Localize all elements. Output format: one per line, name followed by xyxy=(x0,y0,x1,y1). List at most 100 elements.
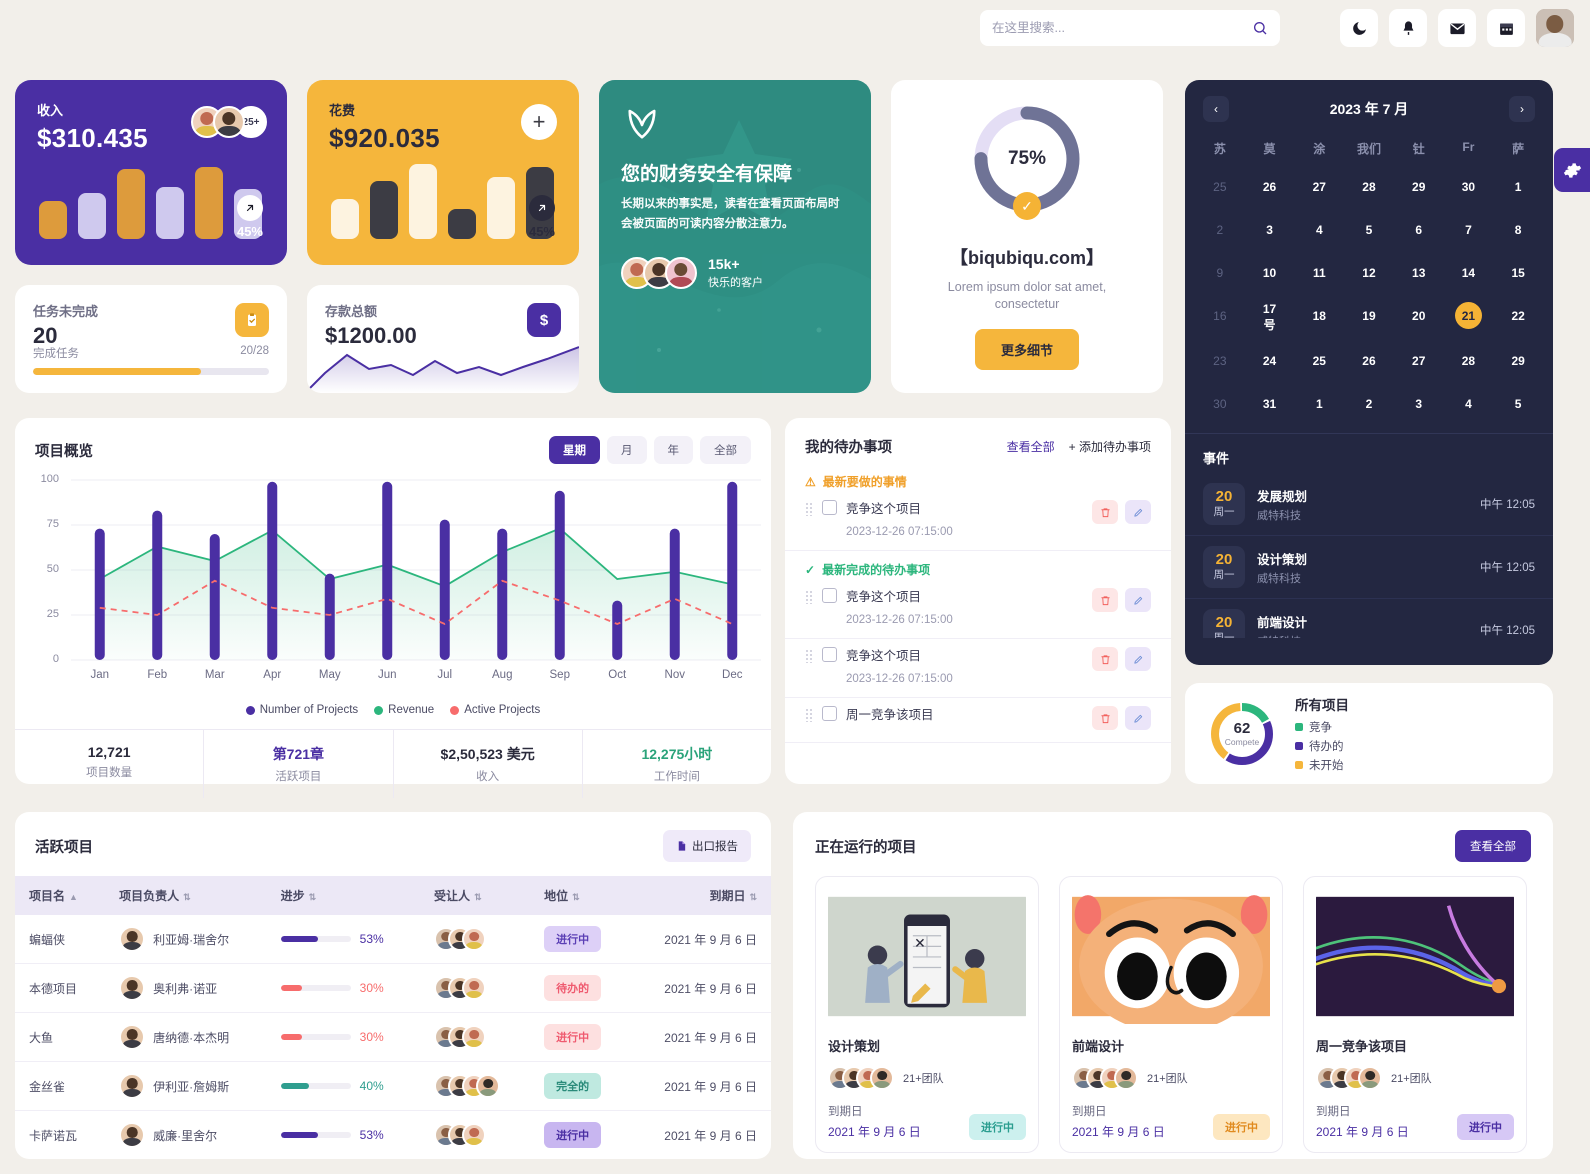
todo-add-link[interactable]: + 添加待办事项 xyxy=(1069,438,1151,455)
table-row[interactable]: 本德项目 奥利弗·诺亚 30% 待办的 2021 年 9 月 6 日 xyxy=(15,963,771,1013)
calendar-day[interactable]: 20 xyxy=(1394,294,1444,339)
calendar-button[interactable] xyxy=(1487,9,1525,47)
calendar-day[interactable]: 12 xyxy=(1344,251,1394,294)
project-card[interactable]: 周一竞争该项目 21+团队 到期日 2021 年 9 月 6 日 进行中 xyxy=(1303,876,1527,1153)
table-column-header[interactable]: 项目负责人 ⇅ xyxy=(105,876,267,915)
calendar-day[interactable]: 1 xyxy=(1493,165,1543,208)
table-column-header[interactable]: 进步 ⇅ xyxy=(266,876,421,915)
calendar-day[interactable]: 27 xyxy=(1294,165,1344,208)
table-row[interactable]: 卡萨诺瓦 威廉·里舍尔 53% 进行中 2021 年 9 月 6 日 xyxy=(15,1110,771,1159)
chart-range-tab[interactable]: 月 xyxy=(607,436,647,464)
pencil-icon[interactable] xyxy=(1125,588,1151,612)
calendar-day[interactable]: 19 xyxy=(1344,294,1394,339)
calendar-day[interactable]: 26 xyxy=(1344,339,1394,382)
chart-range-tab[interactable]: 全部 xyxy=(700,436,751,464)
sort-icon[interactable]: ⇅ xyxy=(183,892,191,902)
drag-handle-icon[interactable] xyxy=(805,590,813,604)
calendar-day[interactable]: 27 xyxy=(1394,339,1444,382)
calendar-day[interactable]: 14 xyxy=(1444,251,1494,294)
calendar-day[interactable]: 23 xyxy=(1195,339,1245,382)
pencil-icon[interactable] xyxy=(1125,500,1151,524)
calendar-day[interactable]: 13 xyxy=(1394,251,1444,294)
table-row[interactable]: 大鱼 唐纳德·本杰明 30% 进行中 2021 年 9 月 6 日 xyxy=(15,1012,771,1062)
calendar-day[interactable]: 2 xyxy=(1195,208,1245,251)
calendar-day[interactable]: 8 xyxy=(1493,208,1543,251)
drag-handle-icon[interactable] xyxy=(805,502,813,516)
calendar-day[interactable]: 28 xyxy=(1344,165,1394,208)
export-report-button[interactable]: 出口报告 xyxy=(663,830,751,862)
sort-icon[interactable]: ▲ xyxy=(69,892,78,902)
calendar-day[interactable]: 7 xyxy=(1444,208,1494,251)
table-column-header[interactable]: 地位 ⇅ xyxy=(530,876,630,915)
table-column-header[interactable]: 到期日 ⇅ xyxy=(629,876,771,915)
pencil-icon[interactable] xyxy=(1125,647,1151,671)
calendar-day[interactable]: 4 xyxy=(1444,382,1494,425)
calendar-day[interactable]: 28 xyxy=(1444,339,1494,382)
calendar-day[interactable]: 29 xyxy=(1493,339,1543,382)
calendar-day[interactable]: 1 xyxy=(1294,382,1344,425)
calendar-day[interactable]: 25 xyxy=(1195,165,1245,208)
chart-range-tab[interactable]: 星期 xyxy=(549,436,600,464)
notifications-button[interactable] xyxy=(1389,9,1427,47)
calendar-day[interactable]: 17 号 xyxy=(1245,294,1295,339)
todo-checkbox[interactable] xyxy=(822,500,837,515)
calendar-day[interactable]: 29 xyxy=(1394,165,1444,208)
calendar-day[interactable]: 26 xyxy=(1245,165,1295,208)
drag-handle-icon[interactable] xyxy=(805,649,813,663)
todo-checkbox[interactable] xyxy=(822,706,837,721)
drag-handle-icon[interactable] xyxy=(805,708,813,722)
user-avatar[interactable] xyxy=(1536,9,1574,47)
search-input[interactable] xyxy=(992,21,1252,35)
todo-checkbox[interactable] xyxy=(822,647,837,662)
trash-icon[interactable] xyxy=(1092,500,1118,524)
todo-view-all-link[interactable]: 查看全部 xyxy=(1007,438,1055,455)
calendar-day[interactable]: 30 xyxy=(1444,165,1494,208)
calendar-day[interactable]: 21 xyxy=(1444,294,1494,339)
trash-icon[interactable] xyxy=(1092,588,1118,612)
search-box[interactable] xyxy=(980,10,1280,46)
project-card[interactable]: 前端设计 21+团队 到期日 2021 年 9 月 6 日 进行中 xyxy=(1059,876,1283,1153)
calendar-day[interactable]: 3 xyxy=(1245,208,1295,251)
calendar-day[interactable]: 4 xyxy=(1294,208,1344,251)
calendar-day[interactable]: 9 xyxy=(1195,251,1245,294)
calendar-day[interactable]: 2 xyxy=(1344,382,1394,425)
table-column-header[interactable]: 受让人 ⇅ xyxy=(420,876,531,915)
calendar-day[interactable]: 30 xyxy=(1195,382,1245,425)
sort-icon[interactable]: ⇅ xyxy=(474,892,482,902)
trash-icon[interactable] xyxy=(1092,706,1118,730)
dark-mode-toggle[interactable] xyxy=(1340,9,1378,47)
calendar-day[interactable]: 22 xyxy=(1493,294,1543,339)
calendar-day[interactable]: 24 xyxy=(1245,339,1295,382)
calendar-day[interactable]: 15 xyxy=(1493,251,1543,294)
sort-icon[interactable]: ⇅ xyxy=(309,892,317,902)
pencil-icon[interactable] xyxy=(1125,706,1151,730)
calendar-day[interactable]: 10 xyxy=(1245,251,1295,294)
event-item[interactable]: 20 周一 设计策划 威特科技 中午 12:05 xyxy=(1185,536,1553,599)
calendar-day[interactable]: 25 xyxy=(1294,339,1344,382)
calendar-day[interactable]: 6 xyxy=(1394,208,1444,251)
calendar-day[interactable]: 11 xyxy=(1294,251,1344,294)
calendar-day[interactable]: 18 xyxy=(1294,294,1344,339)
calendar-day[interactable]: 5 xyxy=(1344,208,1394,251)
calendar-day[interactable]: 3 xyxy=(1394,382,1444,425)
project-card[interactable]: 设计策划 21+团队 到期日 2021 年 9 月 6 日 进行中 xyxy=(815,876,1039,1153)
running-view-all-button[interactable]: 查看全部 xyxy=(1455,830,1531,862)
calendar-day[interactable]: 16 xyxy=(1195,294,1245,339)
table-column-header[interactable]: 项目名 ▲ xyxy=(15,876,106,915)
chart-range-tab[interactable]: 年 xyxy=(653,436,693,464)
trash-icon[interactable] xyxy=(1092,647,1118,671)
event-item[interactable]: 20 周一 发展规划 威特科技 中午 12:05 xyxy=(1185,473,1553,536)
table-row[interactable]: 金丝雀 伊利亚·詹姆斯 40% 完全的 2021 年 9 月 6 日 xyxy=(15,1061,771,1111)
todo-checkbox[interactable] xyxy=(822,588,837,603)
messages-button[interactable] xyxy=(1438,9,1476,47)
calendar-day[interactable]: 31 xyxy=(1245,382,1295,425)
calendar-day[interactable]: 5 xyxy=(1493,382,1543,425)
sort-icon[interactable]: ⇅ xyxy=(749,892,757,902)
calendar-next-button[interactable]: › xyxy=(1508,96,1535,122)
more-details-button[interactable]: 更多细节 xyxy=(974,329,1079,370)
event-item[interactable]: 20周一前端设计威特科技中午 12:05 xyxy=(1185,599,1553,638)
calendar-prev-button[interactable]: ‹ xyxy=(1203,96,1229,122)
settings-tab-button[interactable] xyxy=(1554,148,1590,192)
table-row[interactable]: 蝙蝠侠 利亚姆·瑞舍尔 53% 进行中 2021 年 9 月 6 日 xyxy=(15,915,771,964)
sort-icon[interactable]: ⇅ xyxy=(572,892,580,902)
